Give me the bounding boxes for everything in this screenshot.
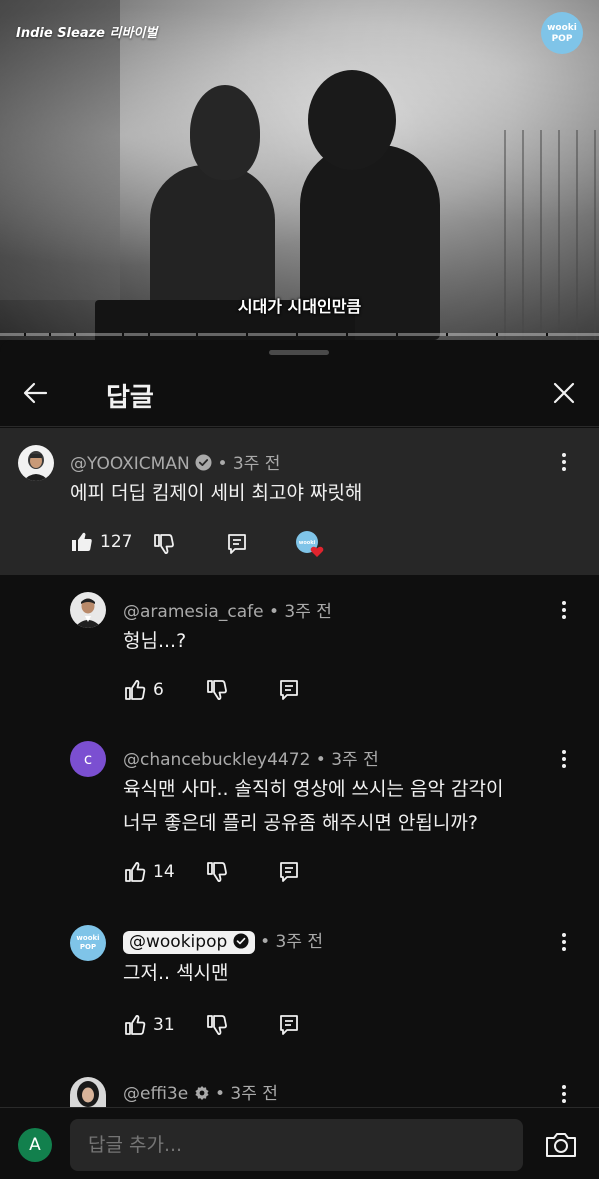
sheet-drag-handle[interactable] [269, 350, 329, 355]
comment-author[interactable]: @effi3e [123, 1084, 188, 1104]
svg-text:wooki: wooki [299, 540, 316, 546]
video-subtitle: 시대가 시대인만큼 [237, 297, 362, 316]
chapter-divider [346, 333, 348, 336]
comment-time: • 3주 전 [315, 750, 379, 770]
chapter-divider [196, 333, 198, 336]
chapter-divider [148, 333, 150, 336]
dislike-icon[interactable] [152, 532, 176, 556]
comment-author-line: @aramesia_cafe • 3주 전 [123, 597, 332, 622]
video-player[interactable]: Indie Sleaze 리바이벌 wooki POP 시대가 시대인만큼 [0, 0, 599, 340]
avatar-letter: c [83, 750, 93, 768]
chapter-divider [546, 333, 548, 336]
more-options-icon[interactable] [554, 747, 574, 771]
channel-logo-line1: wooki [547, 23, 577, 33]
channel-logo-line2: POP [551, 34, 573, 44]
video-frame-left-lights [0, 0, 120, 300]
thumbs-up-icon [125, 680, 146, 700]
creator-heart-icon: wooki [296, 531, 324, 557]
my-avatar[interactable]: A [18, 1128, 52, 1162]
like-button[interactable]: 6 [123, 678, 164, 702]
thumbs-up-icon [125, 1015, 146, 1035]
comment-author-line: @YOOXICMAN • 3주 전 [70, 449, 280, 474]
reply-icon[interactable] [277, 860, 301, 884]
like-button[interactable]: 31 [123, 1013, 175, 1037]
like-count: 31 [153, 1015, 175, 1035]
chapter-divider [296, 333, 298, 336]
comment-time: • 3주 전 [260, 932, 324, 952]
chapter-divider [74, 333, 76, 336]
comment-author-line: @chancebuckley4472 • 3주 전 [123, 745, 379, 770]
parent-comment: @YOOXICMAN • 3주 전 에피 더딥 킴제이 세비 최고야 짜릿해 1… [0, 428, 599, 575]
performer-silhouette-right-head [308, 70, 396, 170]
more-options-icon[interactable] [554, 1082, 574, 1106]
replies-sheet: 답글 @YOOXICMAN • 3주 전 에피 더딥 킴제이 세비 최고야 짜릿… [0, 340, 599, 1179]
dislike-icon[interactable] [205, 860, 229, 884]
channel-logo: wooki POP [541, 12, 583, 54]
performer-silhouette-left-head [190, 85, 260, 180]
camera-icon[interactable] [544, 1130, 578, 1160]
more-options-icon[interactable] [554, 450, 574, 474]
more-options-icon[interactable] [554, 598, 574, 622]
like-button[interactable]: 14 [123, 860, 175, 884]
avatar[interactable] [70, 1077, 106, 1107]
reply-icon[interactable] [277, 1013, 301, 1037]
close-icon[interactable] [548, 377, 580, 409]
comment-author-line: @effi3e • 3주 전 [123, 1079, 278, 1104]
like-count: 6 [153, 680, 164, 700]
verified-icon [195, 454, 212, 471]
like-button[interactable]: 127 [70, 530, 132, 554]
more-options-icon[interactable] [554, 930, 574, 954]
avatar[interactable] [70, 592, 106, 628]
comment-text-line: 육식맨 사마.. 솔직히 영상에 쓰시는 음악 감각이 [123, 778, 504, 800]
video-title: Indie Sleaze 리바이벌 [16, 26, 158, 41]
reply-icon[interactable] [277, 678, 301, 702]
comment-author: @wookipop [129, 932, 228, 952]
comment-time: • 3주 전 [214, 1084, 278, 1104]
my-avatar-letter: A [29, 1135, 41, 1155]
thumbs-up-icon [125, 862, 146, 882]
comment-text: 에피 더딥 킴제이 세비 최고야 짜릿해 [70, 482, 363, 504]
video-progress-bar[interactable] [0, 333, 599, 336]
comment-author[interactable]: @aramesia_cafe [123, 602, 264, 622]
sheet-header: 답글 [0, 365, 599, 427]
reply-composer-bar: A [0, 1107, 599, 1179]
comment-text: 그저.. 섹시맨 [123, 962, 229, 984]
avatar-logo-line2: POP [79, 943, 97, 951]
comment-time: • 3주 전 [217, 454, 281, 474]
chapter-divider [496, 333, 498, 336]
chapter-divider [396, 333, 398, 336]
avatar[interactable]: wooki POP [70, 925, 106, 961]
avatar-logo-line1: wooki [76, 934, 100, 942]
thumbs-up-filled-icon [72, 532, 92, 551]
like-count: 127 [100, 532, 133, 552]
add-reply-input[interactable] [70, 1119, 523, 1171]
music-note-badge-icon [194, 1086, 209, 1100]
avatar[interactable] [18, 445, 54, 481]
dislike-icon[interactable] [205, 1013, 229, 1037]
sheet-title: 답글 [106, 383, 154, 413]
chapter-divider [446, 333, 448, 336]
comment-author-line: @wookipop • 3주 전 [123, 927, 323, 954]
avatar[interactable]: c [70, 741, 106, 777]
chapter-divider [49, 333, 51, 336]
chapter-divider [246, 333, 248, 336]
back-arrow-icon[interactable] [20, 377, 52, 409]
reply-icon[interactable] [225, 532, 249, 556]
creator-author-badge[interactable]: @wookipop [123, 931, 255, 954]
comment-author[interactable]: @chancebuckley4472 [123, 750, 310, 770]
verified-icon [233, 933, 249, 949]
comment-time: • 3주 전 [268, 602, 332, 622]
comment-text-line: 너무 좋은데 플리 공유좀 해주시면 안됩니까? [123, 812, 478, 834]
comment-author[interactable]: @YOOXICMAN [70, 454, 190, 474]
chapter-divider [24, 333, 26, 336]
comment-text: 형님...? [123, 630, 187, 652]
chapter-divider [122, 333, 124, 336]
creator-heart: wooki [295, 530, 327, 560]
dislike-icon[interactable] [205, 678, 229, 702]
like-count: 14 [153, 862, 175, 882]
